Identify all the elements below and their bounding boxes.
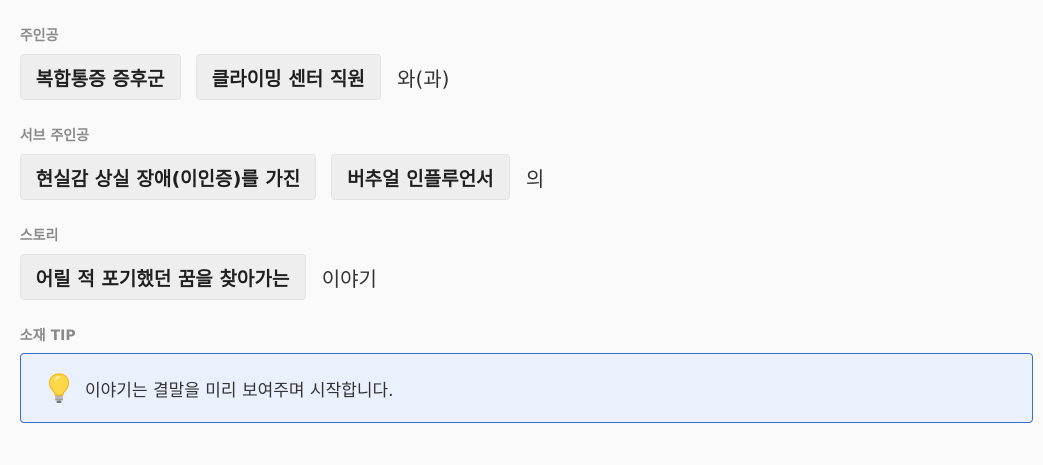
protagonist-label: 주인공 [20,28,59,44]
protagonist-chip-occupation[interactable]: 클라이밍 센터 직원 [195,54,382,100]
sub-protagonist-label: 서브 주인공 [20,128,90,144]
story-row: 어릴 적 포기했던 꿈을 찾아가는 이야기 [20,253,377,301]
protagonist-chip-condition[interactable]: 복합통증 증후군 [20,54,181,100]
tip-text: 이야기는 결말을 미리 보여주며 시작합니다. [85,380,394,401]
lightbulb-icon [47,372,71,404]
sub-protagonist-chip-occupation[interactable]: 버추얼 인플루언서 [331,154,510,200]
protagonist-suffix: 와(과) [397,66,450,91]
sub-protagonist-chip-condition[interactable]: 현실감 상실 장애(이인증)를 가진 [20,154,317,200]
sub-protagonist-row: 현실감 상실 장애(이인증)를 가진 버추얼 인플루언서 의 [20,153,544,201]
tip-label: 소재 TIP [20,328,76,344]
story-label: 스토리 [20,228,59,244]
story-suffix: 이야기 [321,266,377,291]
protagonist-row: 복합통증 증후군 클라이밍 센터 직원 와(과) [20,53,449,101]
sub-protagonist-suffix: 의 [525,166,545,191]
tip-box: 이야기는 결말을 미리 보여주며 시작합니다. [20,353,1033,423]
story-chip[interactable]: 어릴 적 포기했던 꿈을 찾아가는 [20,254,306,300]
